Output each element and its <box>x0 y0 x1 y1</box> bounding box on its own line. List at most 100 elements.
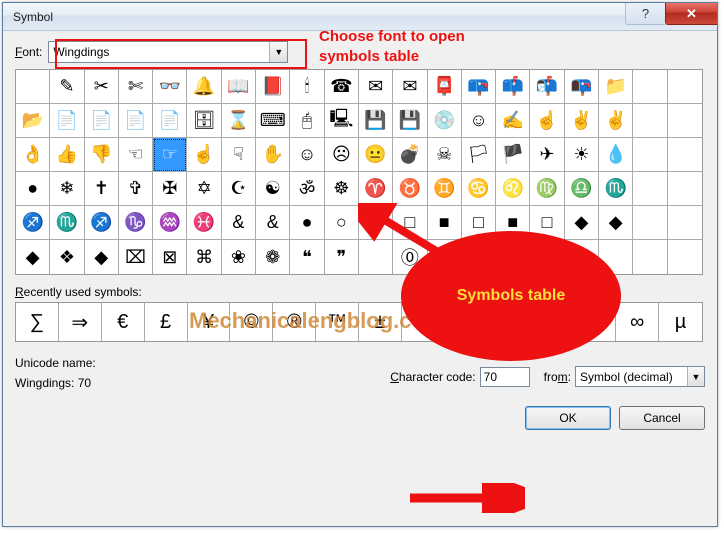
symbol-cell[interactable]: 📖 <box>222 70 256 104</box>
symbol-cell[interactable] <box>633 172 667 206</box>
symbol-cell[interactable]: ♎ <box>565 172 599 206</box>
recent-symbol-cell[interactable]: ± <box>359 303 402 341</box>
symbol-cell[interactable]: ☪ <box>222 172 256 206</box>
symbol-cell[interactable]: ☟ <box>222 138 256 172</box>
symbol-cell[interactable]: ③ <box>496 240 530 274</box>
symbol-cell[interactable]: 📪 <box>462 70 496 104</box>
recent-symbol-cell[interactable]: © <box>230 303 273 341</box>
recent-symbol-cell[interactable]: ≤ <box>445 303 488 341</box>
from-select[interactable]: Symbol (decimal) ▼ <box>575 366 705 387</box>
font-select[interactable]: Wingdings ▼ <box>48 41 288 63</box>
symbol-cell[interactable]: ❝ <box>290 240 324 274</box>
symbol-cell[interactable]: ♍ <box>530 172 564 206</box>
symbol-cell[interactable]: ✞ <box>119 172 153 206</box>
symbol-cell[interactable] <box>16 70 50 104</box>
symbol-cell[interactable]: ● <box>16 172 50 206</box>
recent-symbol-cell[interactable]: ≥ <box>488 303 531 341</box>
recent-symbol-cell[interactable]: × <box>573 303 616 341</box>
symbol-cell[interactable]: 📄 <box>153 104 187 138</box>
symbol-cell[interactable]: 👎 <box>85 138 119 172</box>
symbol-cell[interactable]: ☺ <box>462 104 496 138</box>
symbol-cell[interactable]: ♌ <box>496 172 530 206</box>
symbol-cell[interactable]: ✝ <box>85 172 119 206</box>
symbol-cell[interactable]: 💾 <box>359 104 393 138</box>
symbol-cell[interactable]: ⑤ <box>565 240 599 274</box>
help-button[interactable]: ? <box>625 3 665 25</box>
recent-symbol-cell[interactable]: € <box>102 303 145 341</box>
symbol-cell[interactable]: ❞ <box>325 240 359 274</box>
recent-symbol-cell[interactable]: ¥ <box>188 303 231 341</box>
ok-button[interactable]: OK <box>525 406 611 430</box>
symbol-cell[interactable]: ✈ <box>530 138 564 172</box>
symbol-cell[interactable]: ♏ <box>50 206 84 240</box>
symbol-cell[interactable]: ■ <box>428 206 462 240</box>
recent-symbol-cell[interactable]: ∞ <box>616 303 659 341</box>
symbol-cell[interactable]: □ <box>530 206 564 240</box>
symbol-cell[interactable]: 🗄 <box>187 104 221 138</box>
symbol-cell[interactable]: 💾 <box>393 104 427 138</box>
symbol-cell[interactable]: 💿 <box>428 104 462 138</box>
cancel-button[interactable]: Cancel <box>619 406 705 430</box>
symbol-cell[interactable]: 📄 <box>119 104 153 138</box>
symbol-cell[interactable]: ① <box>428 240 462 274</box>
symbol-cell[interactable]: ✍ <box>496 104 530 138</box>
symbol-cell[interactable] <box>668 172 702 206</box>
symbol-cell[interactable]: ♒ <box>153 206 187 240</box>
symbol-cell[interactable]: ☺ <box>290 138 324 172</box>
symbol-cell[interactable]: ✌ <box>599 104 633 138</box>
symbol-cell[interactable]: ✉ <box>359 70 393 104</box>
symbol-cell[interactable]: ✡ <box>187 172 221 206</box>
symbol-cell[interactable]: 📁 <box>599 70 633 104</box>
symbol-cell[interactable]: ☸ <box>325 172 359 206</box>
dropdown-arrow-icon[interactable]: ▼ <box>687 367 704 386</box>
symbol-cell[interactable]: 📭 <box>565 70 599 104</box>
symbol-cell[interactable]: 🏳 <box>462 138 496 172</box>
symbol-cell[interactable]: 🏴 <box>496 138 530 172</box>
symbol-cell[interactable]: ○ <box>325 206 359 240</box>
symbol-cell[interactable]: ✄ <box>119 70 153 104</box>
symbol-cell[interactable]: ✂ <box>85 70 119 104</box>
symbol-cell[interactable] <box>633 138 667 172</box>
symbol-cell[interactable]: ☠ <box>428 138 462 172</box>
symbol-cell[interactable]: 🖰 <box>290 104 324 138</box>
recent-symbol-cell[interactable]: ∑ <box>16 303 59 341</box>
recent-symbol-cell[interactable]: ⇒ <box>59 303 102 341</box>
symbol-cell[interactable]: ■ <box>496 206 530 240</box>
recent-symbol-cell[interactable]: £ <box>145 303 188 341</box>
symbol-cell[interactable] <box>599 240 633 274</box>
symbol-cell[interactable]: ☎ <box>325 70 359 104</box>
symbol-cell[interactable]: □ <box>393 206 427 240</box>
symbol-cell[interactable] <box>633 206 667 240</box>
symbol-cell[interactable]: 🖳 <box>325 104 359 138</box>
symbol-cell[interactable] <box>633 240 667 274</box>
recent-symbol-cell[interactable]: ™ <box>316 303 359 341</box>
symbol-cell[interactable] <box>668 138 702 172</box>
symbol-cell[interactable]: 📕 <box>256 70 290 104</box>
symbol-cell[interactable]: ❖ <box>50 240 84 274</box>
symbol-cell[interactable]: 👍 <box>50 138 84 172</box>
symbol-cell[interactable]: 📫 <box>496 70 530 104</box>
recent-symbol-cell[interactable]: ÷ <box>531 303 574 341</box>
symbol-cell[interactable]: ♐ <box>16 206 50 240</box>
close-button[interactable]: ✕ <box>665 3 717 25</box>
symbol-cell[interactable]: ② <box>462 240 496 274</box>
symbol-cell[interactable]: ♓ <box>187 206 221 240</box>
symbol-cell[interactable]: ♏ <box>599 172 633 206</box>
symbol-cell[interactable]: 📮 <box>428 70 462 104</box>
symbol-cell[interactable] <box>668 206 702 240</box>
recent-symbol-cell[interactable]: µ <box>659 303 702 341</box>
symbol-cell[interactable]: ☹ <box>325 138 359 172</box>
symbol-cell[interactable]: ⌨ <box>256 104 290 138</box>
symbol-cell[interactable]: 🕯 <box>290 70 324 104</box>
symbol-cell[interactable]: ◆ <box>85 240 119 274</box>
symbol-cell[interactable]: ♊ <box>428 172 462 206</box>
symbol-cell[interactable] <box>359 240 393 274</box>
symbol-cell[interactable]: ♐ <box>85 206 119 240</box>
symbol-cell[interactable]: ⓪ <box>393 240 427 274</box>
symbol-cell[interactable]: ❁ <box>256 240 290 274</box>
symbol-cell[interactable]: ♉ <box>393 172 427 206</box>
symbol-cell[interactable]: ◆ <box>599 206 633 240</box>
symbol-cell[interactable]: & <box>256 206 290 240</box>
symbol-cell[interactable]: ◆ <box>565 206 599 240</box>
symbol-cell[interactable]: ॐ <box>290 172 324 206</box>
